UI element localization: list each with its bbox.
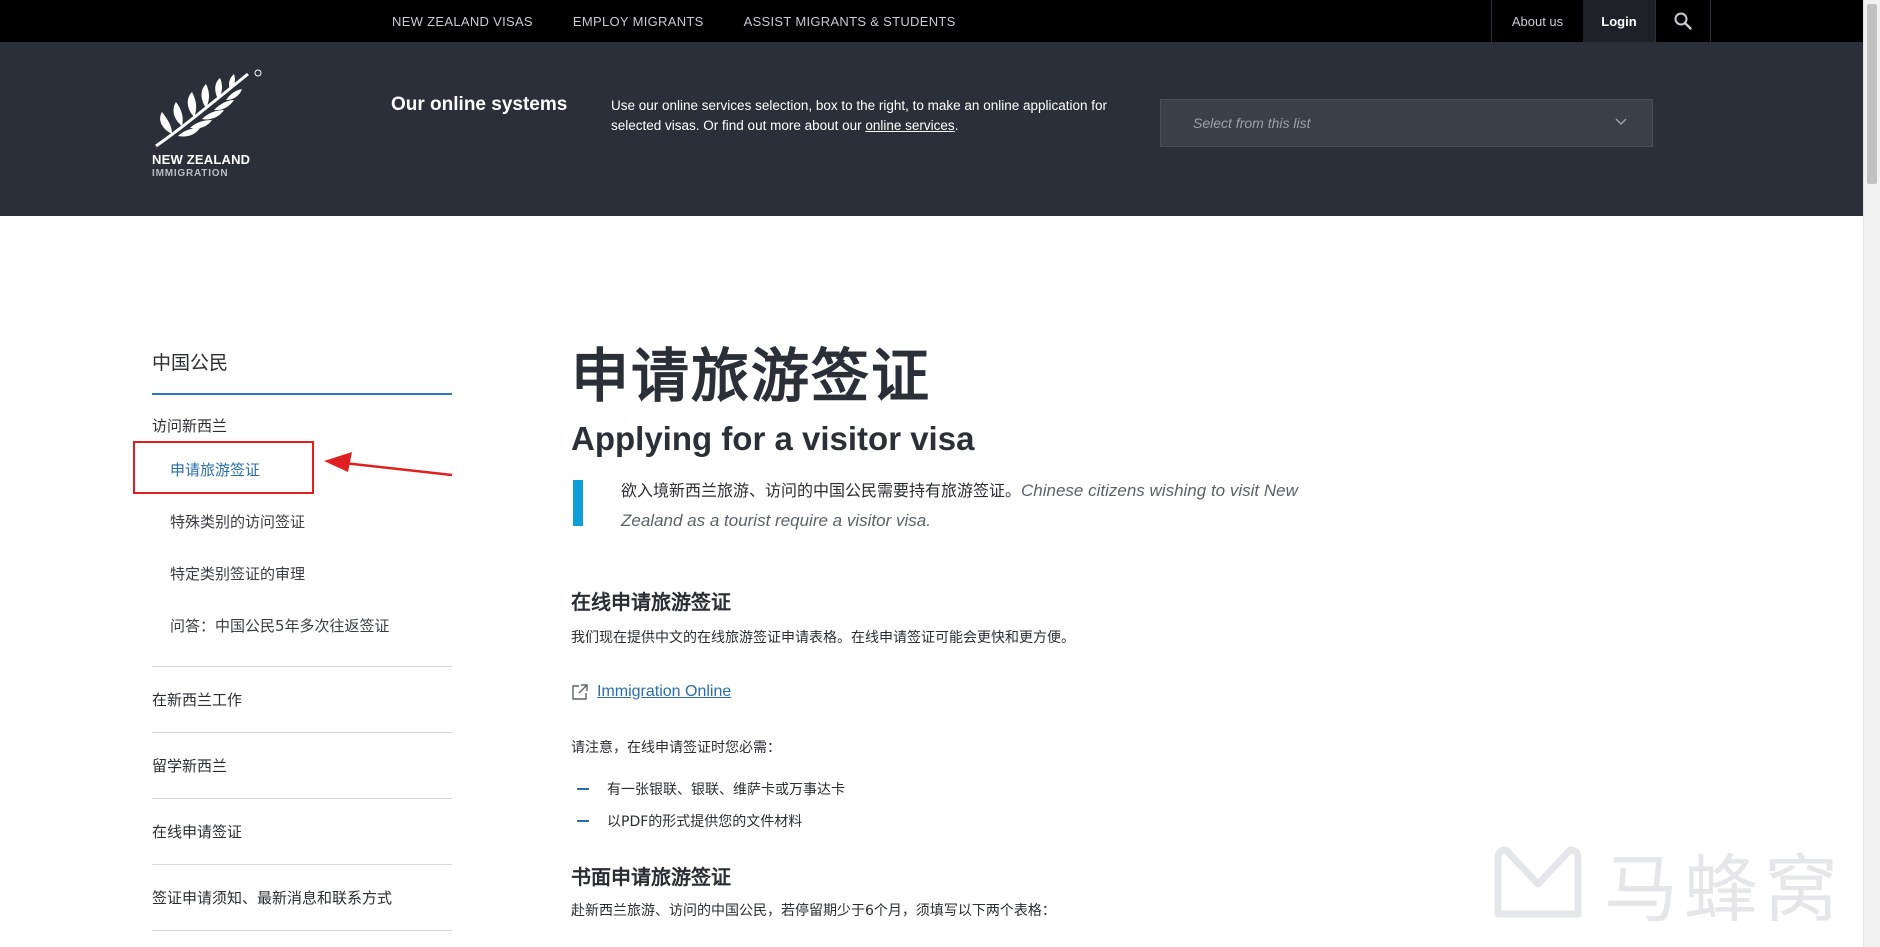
main-content: 申请旅游签证 Applying for a visitor visa 欲入境新西… (571, 340, 1331, 920)
sidebar-subitem-special-visitor-visa[interactable]: 特殊类别的访问签证 (152, 496, 452, 548)
section-online-apply-text: 我们现在提供中文的在线旅游签证申请表格。在线申请签证可能会更快和更方便。 (571, 630, 1075, 646)
online-systems-title: Our online systems (391, 94, 568, 115)
immigration-online-label[interactable]: Immigration Online (597, 683, 731, 701)
bullet-dash (577, 788, 589, 790)
sidebar-nav: 中国公民 访问新西兰 申请旅游签证 特殊类别的访问签证 特定类别签证的审理 问答… (152, 348, 452, 931)
requirements-list: 有一张银联、银联、维萨卡或万事达卡 以PDF的形式提供您的文件材料 (571, 773, 1331, 837)
top-nav-links: NEW ZEALAND VISAS EMPLOY MIGRANTS ASSIST… (392, 0, 996, 42)
login-button[interactable]: Login (1583, 0, 1655, 42)
select-placeholder: Select from this list (1193, 115, 1311, 131)
section-paper-apply-title: 书面申请旅游签证 (571, 865, 731, 889)
nav-assist-migrants-students[interactable]: ASSIST MIGRANTS & STUDENTS (744, 14, 956, 29)
intro-callout: 欲入境新西兰旅游、访问的中国公民需要持有旅游签证。Chinese citizen… (571, 476, 1331, 536)
logo-subtitle: IMMIGRATION (152, 168, 229, 179)
section-paper-apply-text: 赴新西兰旅游、访问的中国公民，若停留期少于6个月，须填写以下两个表格： (571, 903, 1056, 919)
requirement-pdf: 以PDF的形式提供您的文件材料 (607, 814, 803, 830)
search-button[interactable] (1655, 0, 1711, 42)
sidebar-item-apply-online[interactable]: 在线申请签证 (152, 799, 452, 865)
about-us-link[interactable]: About us (1491, 0, 1583, 42)
sidebar-subitem-faq-5-year-visa[interactable]: 问答：中国公民5年多次往返签证 (152, 600, 452, 652)
silver-fern-icon (155, 69, 262, 148)
search-icon (1674, 12, 1692, 30)
page-title-chinese: 申请旅游签证 (571, 342, 932, 410)
sidebar-heading[interactable]: 中国公民 (152, 348, 452, 395)
section-online-apply-title: 在线申请旅游签证 (571, 590, 731, 614)
callout-text: 欲入境新西兰旅游、访问的中国公民需要持有旅游签证。Chinese citizen… (621, 476, 1331, 536)
nav-employ-migrants[interactable]: EMPLOY MIGRANTS (573, 14, 704, 29)
chevron-down-icon (1615, 118, 1627, 126)
site-header: NEW ZEALAND IMMIGRATION Our online syste… (0, 42, 1863, 216)
page-title-english: Applying for a visitor visa (571, 420, 975, 457)
nav-new-zealand-visas[interactable]: NEW ZEALAND VISAS (392, 14, 533, 29)
scrollbar-thumb[interactable] (1867, 4, 1877, 184)
list-item: 有一张银联、银联、维萨卡或万事达卡 (571, 773, 1331, 805)
external-link-icon (572, 684, 588, 700)
online-desc-text: Use our online services selection, box t… (611, 98, 1108, 133)
online-requirements-note: 请注意，在线申请签证时您必需： (571, 740, 781, 756)
watermark: 马蜂窝 (1492, 830, 1844, 937)
top-navigation: NEW ZEALAND VISAS EMPLOY MIGRANTS ASSIST… (0, 0, 1863, 42)
annotation-arrow-icon (324, 452, 453, 477)
mafengwo-logo-icon (1494, 846, 1582, 917)
logo-wordmark: NEW ZEALAND (152, 152, 251, 167)
bullet-dash (577, 820, 589, 822)
list-item: 以PDF的形式提供您的文件材料 (571, 805, 1331, 837)
requirement-card: 有一张银联、银联、维萨卡或万事达卡 (607, 782, 845, 798)
online-services-link[interactable]: online services (865, 118, 954, 133)
sidebar-item-study-in-nz[interactable]: 留学新西兰 (152, 733, 452, 799)
callout-chinese: 欲入境新西兰旅游、访问的中国公民需要持有旅游签证。 (621, 481, 1022, 500)
immigration-online-link[interactable]: Immigration Online (571, 683, 1331, 701)
online-systems-description: Use our online services selection, box t… (611, 96, 1111, 136)
top-nav-right: About us Login (1491, 0, 1711, 42)
callout-accent-bar (573, 480, 583, 526)
annotation-highlight-box (133, 441, 314, 494)
online-desc-end: . (954, 118, 959, 133)
page-scrollbar[interactable] (1863, 0, 1880, 947)
sidebar-subitem-visa-processing[interactable]: 特定类别签证的审理 (152, 548, 452, 600)
sidebar-group-visit-nz[interactable]: 访问新西兰 (152, 415, 452, 436)
watermark-text: 马蜂窝 (1604, 847, 1844, 933)
sidebar-item-work-in-nz[interactable]: 在新西兰工作 (152, 667, 452, 733)
sidebar-item-notices-contact[interactable]: 签证申请须知、最新消息和联系方式 (152, 865, 452, 931)
nz-immigration-logo[interactable]: NEW ZEALAND IMMIGRATION (152, 68, 272, 188)
online-services-select[interactable]: Select from this list (1160, 99, 1653, 147)
